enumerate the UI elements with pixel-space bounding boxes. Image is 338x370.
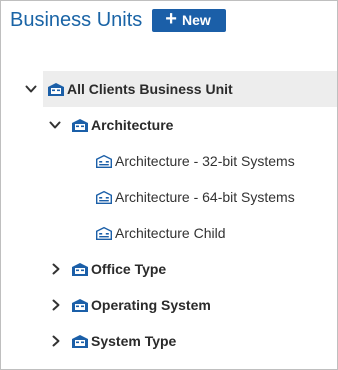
tree-node-architecture-child[interactable]: Architecture Child [95, 215, 226, 251]
plus-icon: + [165, 8, 177, 30]
tree-node-system-type[interactable]: System Type [71, 323, 176, 359]
tree-node-architecture-32bit[interactable]: Architecture - 32-bit Systems [95, 143, 295, 179]
business-unit-icon [48, 82, 64, 96]
tree-node-label: Operating System [91, 297, 211, 313]
tree-node-label: All Clients Business Unit [67, 81, 233, 97]
business-unit-icon [72, 118, 88, 132]
business-unit-icon [72, 262, 88, 276]
tree-node-label: Architecture - 32-bit Systems [115, 153, 295, 169]
new-button-label: New [181, 12, 211, 28]
chevron-right-icon[interactable] [50, 335, 62, 347]
tree-node-label: Architecture - 64-bit Systems [115, 189, 295, 205]
business-unit-leaf-icon [96, 154, 112, 168]
tree-node-architecture[interactable]: Architecture [71, 107, 173, 143]
tree-node-office-type[interactable]: Office Type [71, 251, 166, 287]
business-units-panel: Business Units + New All Clients Busines… [0, 0, 338, 370]
tree-node-architecture-64bit[interactable]: Architecture - 64-bit Systems [95, 179, 295, 215]
page-title: Business Units [10, 9, 143, 31]
chevron-down-icon[interactable] [49, 119, 61, 131]
tree-node-all-clients[interactable]: All Clients Business Unit [43, 71, 337, 107]
tree-node-label: System Type [91, 333, 177, 349]
business-unit-icon [72, 298, 88, 312]
chevron-right-icon[interactable] [50, 299, 62, 311]
tree-node-label: Architecture [91, 117, 174, 133]
panel-header: Business Units + New [10, 7, 226, 33]
business-unit-icon [72, 334, 88, 348]
chevron-right-icon[interactable] [50, 263, 62, 275]
chevron-down-icon[interactable] [25, 83, 37, 95]
new-button[interactable]: + New [152, 8, 226, 32]
tree-node-operating-system[interactable]: Operating System [71, 287, 211, 323]
business-unit-leaf-icon [96, 226, 112, 240]
tree-node-label: Office Type [91, 261, 167, 277]
tree-node-label: Architecture Child [115, 225, 226, 241]
business-unit-leaf-icon [96, 190, 112, 204]
